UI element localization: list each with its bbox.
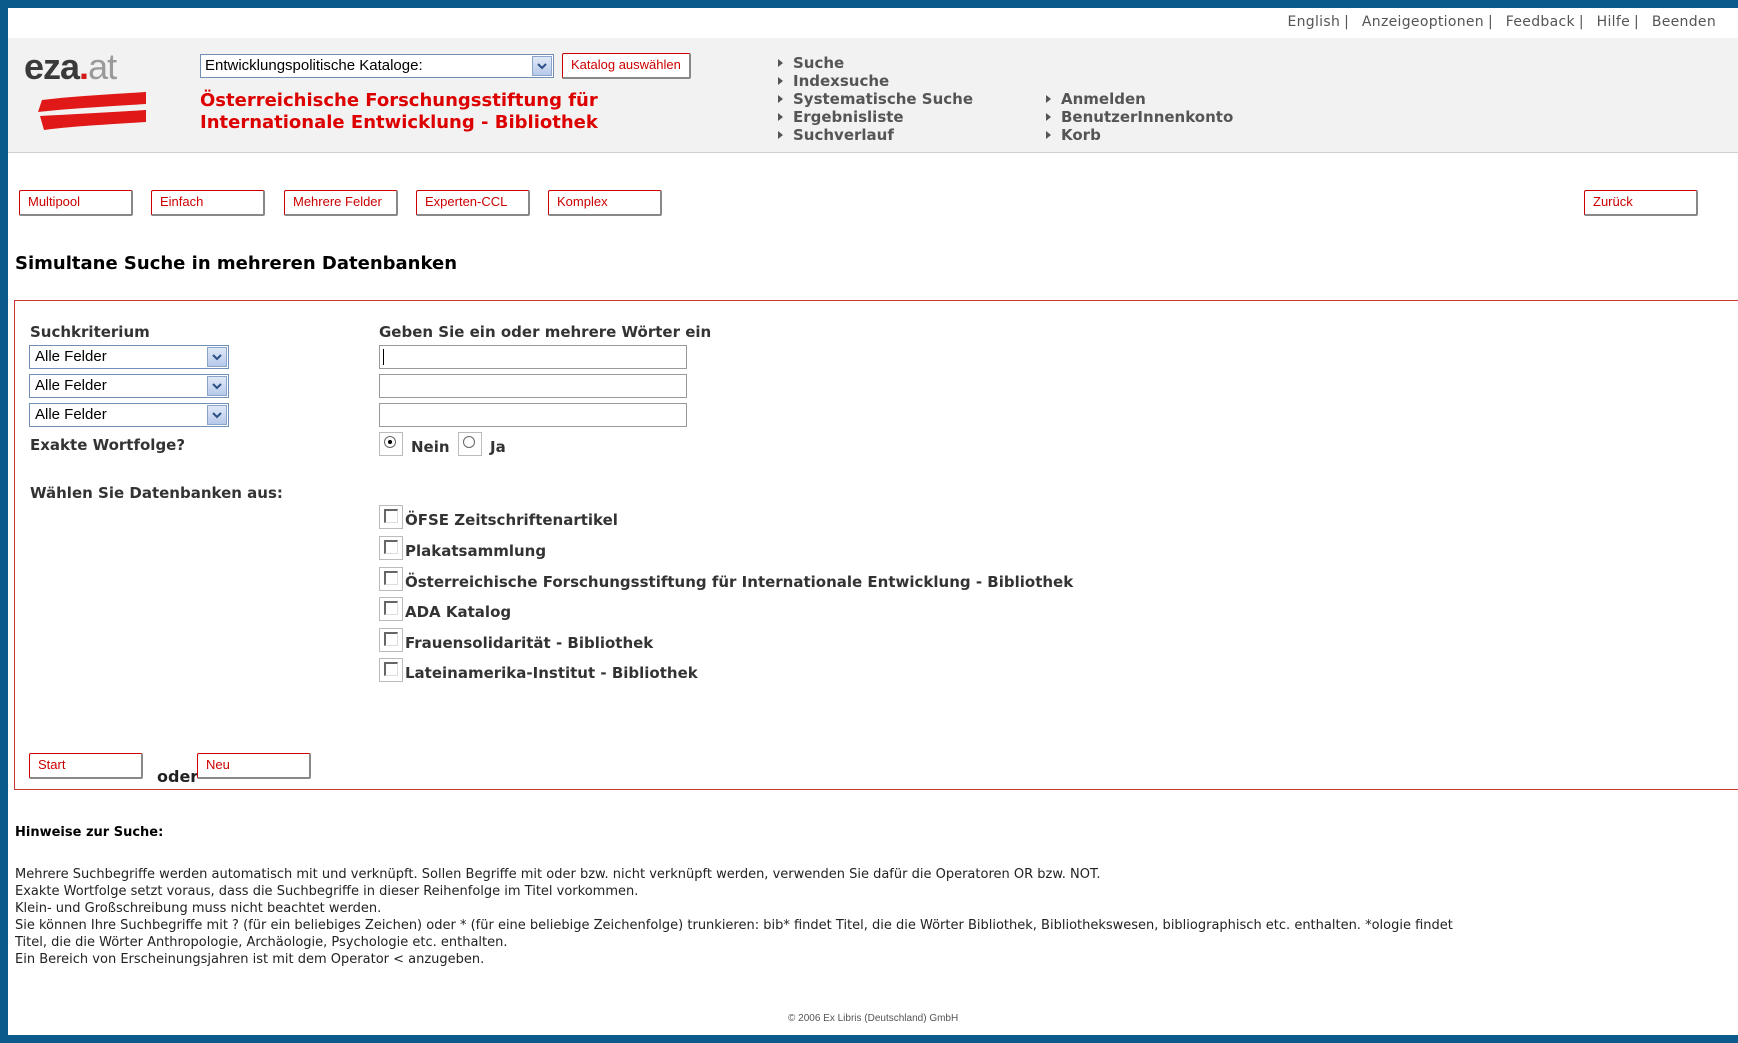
footer-copyright: © 2006 Ex Libris (Deutschland) GmbH (788, 1013, 959, 1024)
nav-link-basket[interactable]: Korb (1046, 126, 1101, 144)
catalog-select-value: Entwicklungspolitische Kataloge: (205, 57, 423, 74)
organization-title: Österreichische Forschungsstiftung für I… (200, 90, 598, 133)
nav-link-history[interactable]: Suchverlauf (778, 126, 894, 144)
tab-expert-ccl[interactable]: Experten-CCL (416, 190, 530, 216)
top-link-help[interactable]: Hilfe (1597, 14, 1630, 30)
database-label: ÖFSE Zeitschriftenartikel (405, 511, 618, 529)
top-link-english[interactable]: English (1287, 14, 1340, 30)
criteria-label: Suchkriterium (30, 323, 150, 341)
top-links: English | Anzeigeoptionen | Feedback | Hilf… (1287, 14, 1716, 30)
triangle-right-icon (778, 112, 783, 121)
text-cursor (383, 349, 384, 365)
hint-line: Klein- und Großschreibung muss nicht bea… (15, 901, 382, 916)
top-link-display-options[interactable]: Anzeigeoptionen (1362, 14, 1484, 30)
criteria-select-3[interactable]: Alle Felder (29, 403, 229, 427)
tab-simple[interactable]: Einfach (151, 190, 265, 216)
search-input-1[interactable] (379, 345, 687, 369)
exact-no-label: Nein (411, 438, 450, 456)
search-input-2[interactable] (379, 374, 687, 398)
database-label: Plakatsammlung (405, 542, 547, 560)
database-checkbox-frauensolidaritaet[interactable] (379, 628, 403, 652)
chevron-down-icon[interactable] (207, 376, 227, 396)
hint-line: Mehrere Suchbegriffe werden automatisch … (15, 867, 1101, 882)
hint-line: Titel, die die Wörter Anthropologie, Arc… (15, 935, 508, 950)
database-label: Frauensolidarität - Bibliothek (405, 634, 654, 652)
words-label: Geben Sie ein oder mehrere Wörter ein (379, 323, 712, 341)
nav-link-systematic-search[interactable]: Systematische Suche (778, 90, 973, 108)
database-checkbox-oefse[interactable] (379, 505, 403, 529)
exact-yes-label: Ja (490, 438, 506, 456)
exact-no-radio[interactable] (379, 432, 403, 456)
select-catalog-button[interactable]: Katalog auswählen (562, 53, 691, 79)
hints-title: Hinweise zur Suche: (15, 825, 164, 840)
triangle-right-icon (1046, 112, 1051, 121)
hint-line: Sie können Ihre Suchbegriffe mit ? (für … (15, 918, 1453, 933)
triangle-right-icon (778, 76, 783, 85)
triangle-right-icon (1046, 94, 1051, 103)
hint-line: Exakte Wortfolge setzt voraus, dass die … (15, 884, 639, 899)
or-label: oder (157, 767, 199, 786)
hint-line: Ein Bereich von Erscheinungsjahren ist m… (15, 952, 485, 967)
header: eza.at Entwicklungspolitische Kataloge: … (8, 38, 1738, 153)
new-button[interactable]: Neu (197, 753, 311, 779)
top-link-exit[interactable]: Beenden (1652, 14, 1716, 30)
criteria-select-1[interactable]: Alle Felder (29, 345, 229, 369)
criteria-select-2[interactable]: Alle Felder (29, 374, 229, 398)
database-label: ADA Katalog (405, 603, 512, 621)
search-form: Suchkriterium Geben Sie ein oder mehrere… (14, 300, 1738, 790)
database-checkbox-posters[interactable] (379, 536, 403, 560)
triangle-right-icon (1046, 130, 1051, 139)
search-input-3[interactable] (379, 403, 687, 427)
database-checkbox-oefse-library[interactable] (379, 567, 403, 591)
database-label: Österreichische Forschungsstiftung für I… (405, 573, 1074, 591)
triangle-right-icon (778, 94, 783, 103)
page-frame: English | Anzeigeoptionen | Feedback | Hilf… (8, 8, 1738, 1035)
top-link-feedback[interactable]: Feedback (1506, 14, 1575, 30)
logo[interactable]: eza.at (24, 46, 117, 88)
database-select-label: Wählen Sie Datenbanken aus: (30, 484, 283, 502)
logo-flag-icon (38, 92, 146, 130)
nav-link-index-search[interactable]: Indexsuche (778, 72, 889, 90)
chevron-down-icon[interactable] (532, 56, 552, 76)
nav-link-login[interactable]: Anmelden (1046, 90, 1146, 108)
tab-complex[interactable]: Komplex (548, 190, 662, 216)
catalog-select[interactable]: Entwicklungspolitische Kataloge: (200, 54, 554, 78)
triangle-right-icon (778, 130, 783, 139)
database-checkbox-lateinamerika[interactable] (379, 658, 403, 682)
back-button[interactable]: Zurück (1584, 190, 1698, 216)
database-label: Lateinamerika-Institut - Bibliothek (405, 664, 698, 682)
database-checkbox-ada[interactable] (379, 597, 403, 621)
tab-multipool[interactable]: Multipool (19, 190, 133, 216)
exact-phrase-label: Exakte Wortfolge? (30, 436, 186, 454)
chevron-down-icon[interactable] (207, 405, 227, 425)
exact-yes-radio[interactable] (458, 432, 482, 456)
triangle-right-icon (778, 58, 783, 67)
start-button[interactable]: Start (29, 753, 143, 779)
chevron-down-icon[interactable] (207, 347, 227, 367)
tab-multiple-fields[interactable]: Mehrere Felder (284, 190, 398, 216)
nav-link-account[interactable]: BenutzerInnenkonto (1046, 108, 1233, 126)
nav-link-search[interactable]: Suche (778, 54, 844, 72)
nav-link-results[interactable]: Ergebnisliste (778, 108, 904, 126)
page-title: Simultane Suche in mehreren Datenbanken (15, 253, 458, 274)
